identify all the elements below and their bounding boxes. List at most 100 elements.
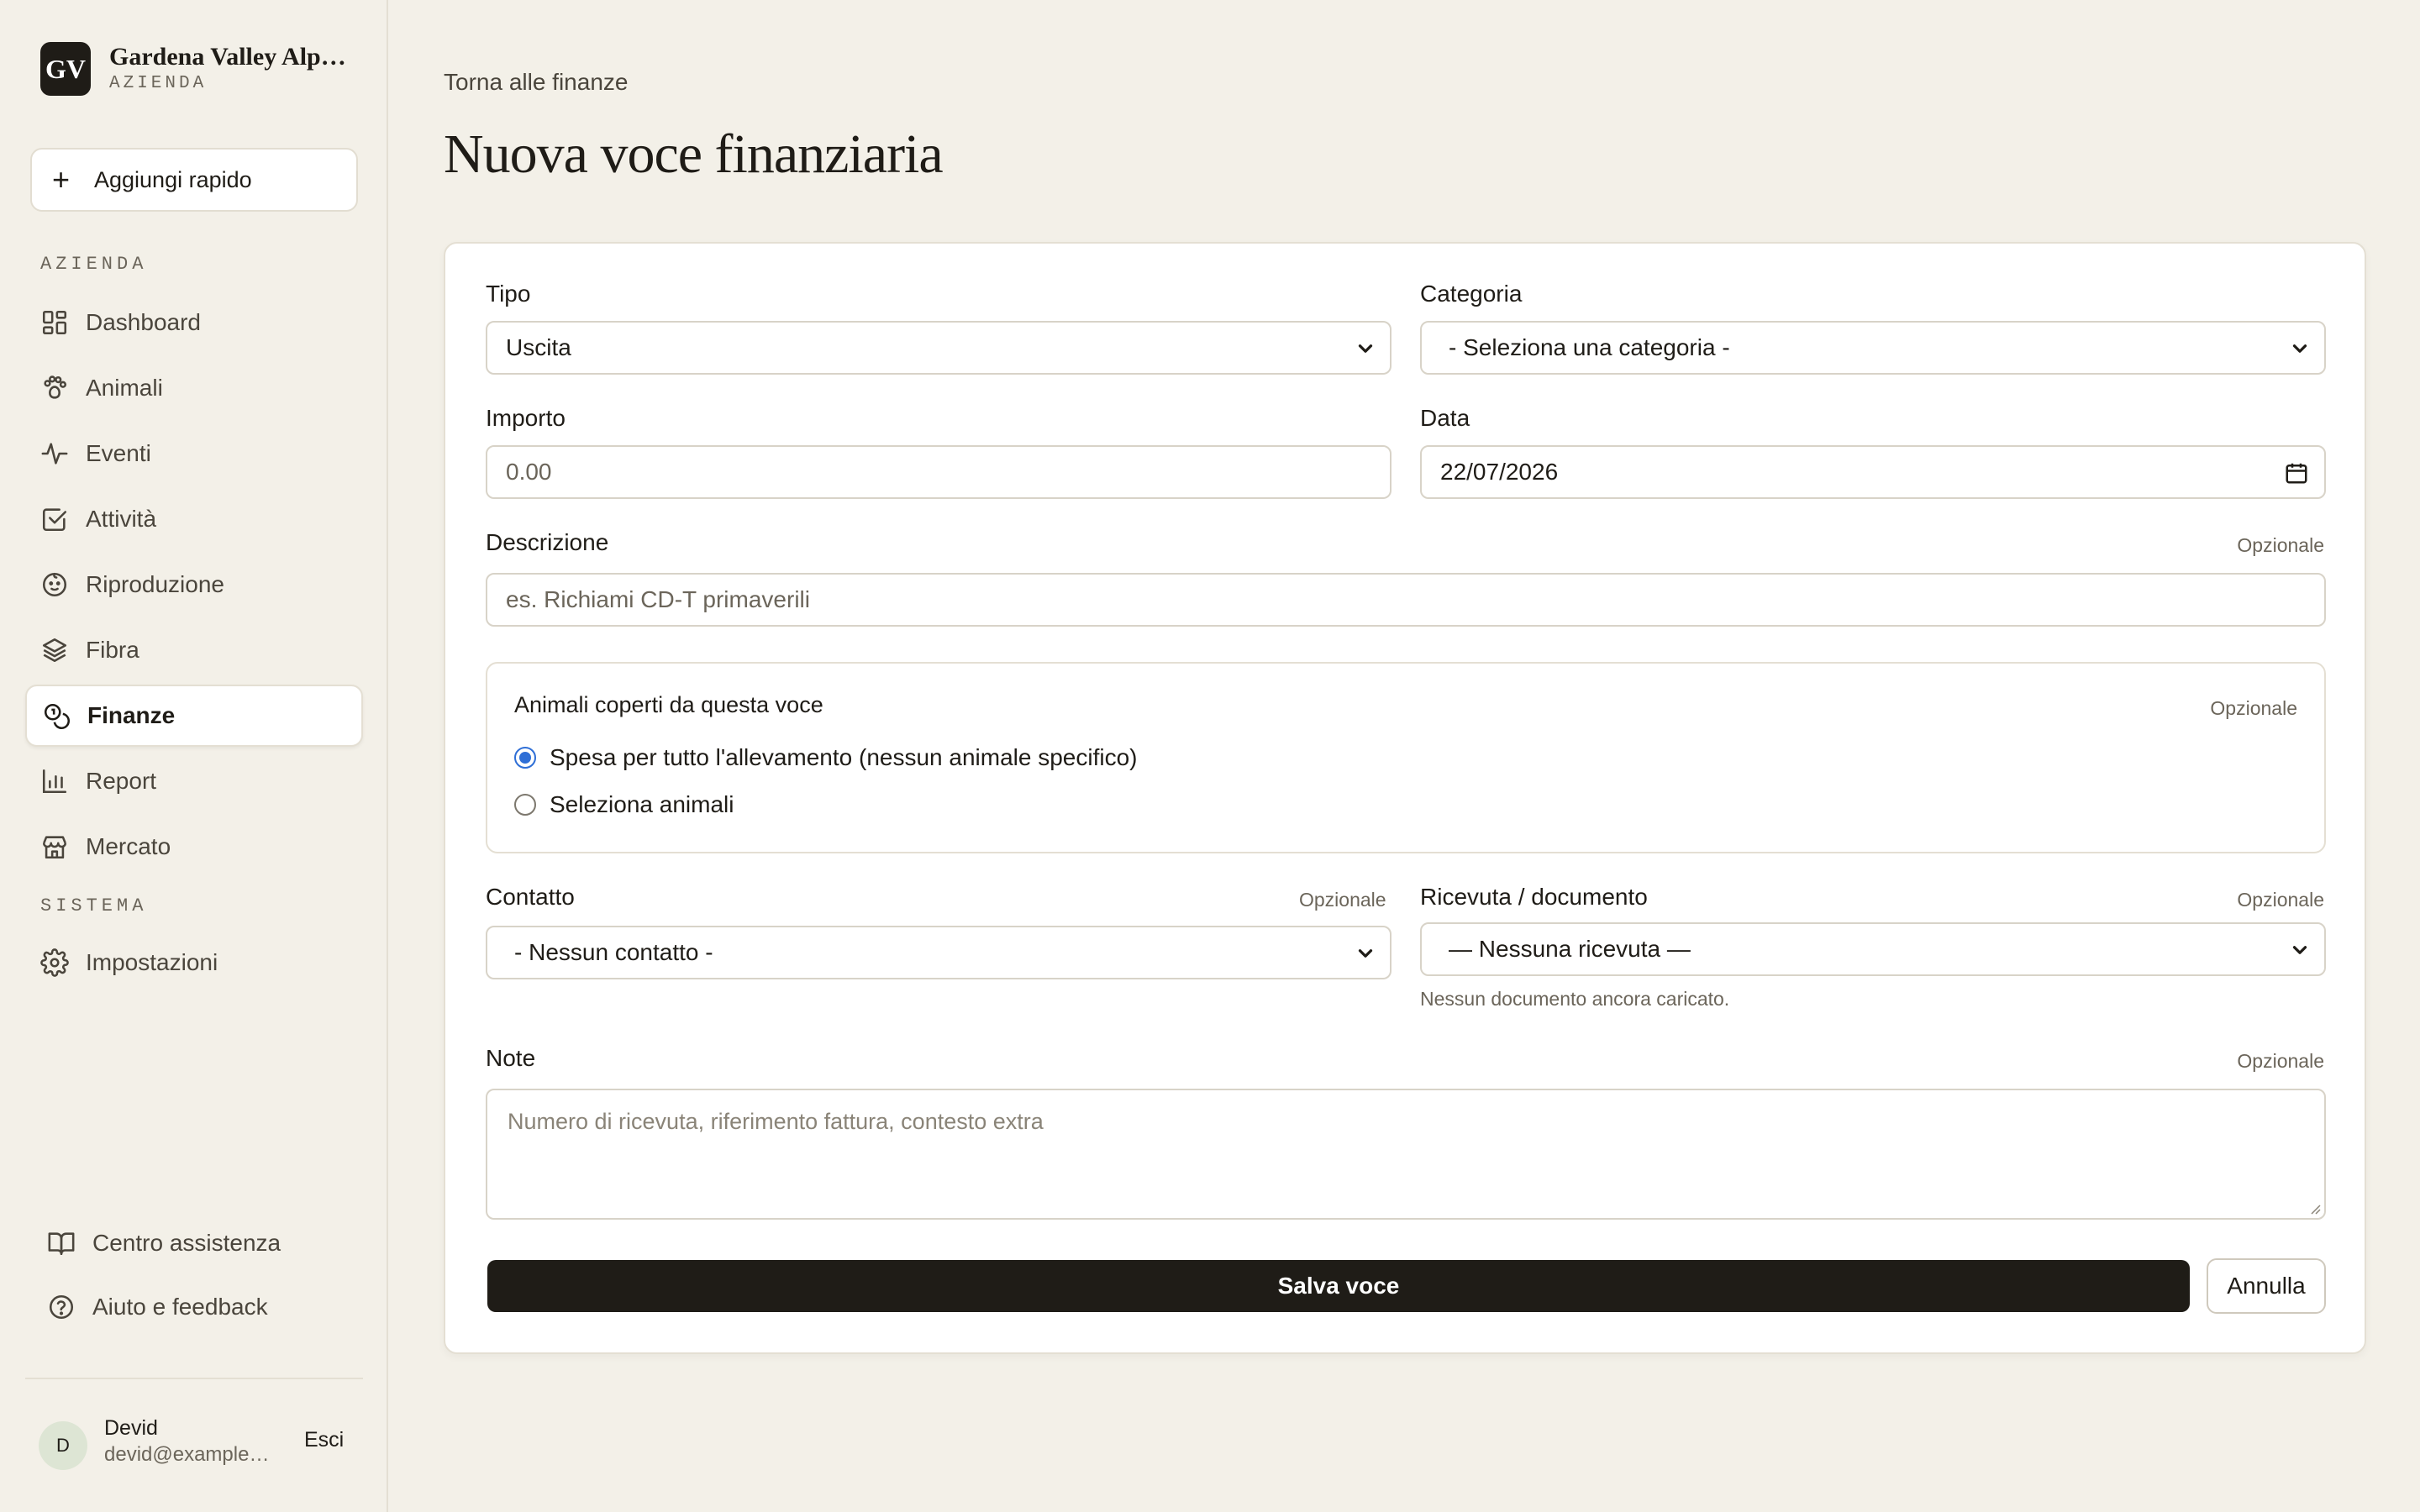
contact-optional: Opzionale xyxy=(1299,889,1386,911)
sidebar-item-label: Report xyxy=(86,768,157,794)
gear-icon xyxy=(40,948,69,977)
radio-whole-farm-label: Spesa per tutto l'allevamento (nessun an… xyxy=(550,744,1138,770)
section-label-farm: AZIENDA xyxy=(40,254,148,275)
sidebar-item-label: Riproduzione xyxy=(86,571,224,597)
back-to-finances-link[interactable]: Torna alle finanze xyxy=(444,69,628,96)
farm-subtitle: AZIENDA xyxy=(109,74,208,93)
paw-icon xyxy=(40,374,69,402)
notes-placeholder: Numero di ricevuta, riferimento fattura,… xyxy=(508,1109,1044,1134)
receipt-value: — Nessuna ricevuta — xyxy=(1449,936,1691,962)
receipt-label: Ricevuta / documento xyxy=(1420,884,1648,910)
book-icon xyxy=(47,1229,76,1257)
animals-title: Animali coperti da questa voce xyxy=(514,692,823,717)
checkbox-icon xyxy=(40,505,69,533)
store-icon xyxy=(40,832,69,861)
farm-name: Gardena Valley Alp… xyxy=(109,43,346,71)
user-name: Devid xyxy=(104,1416,158,1440)
sidebar-item-label: Eventi xyxy=(86,440,151,466)
amount-label: Importo xyxy=(486,405,566,431)
category-value: - Seleziona una categoria - xyxy=(1449,334,1730,360)
sidebar-item-eventi[interactable]: Eventi xyxy=(25,423,363,485)
radio-select-animals-label: Seleziona animali xyxy=(550,791,734,817)
section-label-system: SISTEMA xyxy=(40,895,148,916)
logout-button[interactable]: Esci xyxy=(304,1428,344,1452)
page-title: Nuova voce finanziaria xyxy=(444,123,944,185)
help-feedback-link[interactable]: Aiuto e feedback xyxy=(47,1282,268,1332)
sidebar-item-animali[interactable]: Animali xyxy=(25,357,363,419)
contact-label: Contatto xyxy=(486,884,575,910)
coins-icon xyxy=(42,701,71,730)
layers-icon xyxy=(40,636,69,664)
date-input[interactable]: 22/07/2026 xyxy=(1420,445,2326,499)
help-center-link[interactable]: Centro assistenza xyxy=(47,1218,281,1268)
avatar: D xyxy=(39,1421,87,1470)
activity-icon xyxy=(40,439,69,468)
amount-placeholder: 0.00 xyxy=(506,459,552,485)
quick-add-label: Aggiungi rapido xyxy=(94,166,252,192)
help-circle-icon xyxy=(47,1293,76,1321)
sidebar-item-mercato[interactable]: Mercato xyxy=(25,816,363,878)
notes-label: Note xyxy=(486,1045,536,1071)
calendar-icon[interactable] xyxy=(2284,460,2309,486)
sidebar-item-label: Impostazioni xyxy=(86,949,218,975)
grid-icon xyxy=(40,308,69,337)
user-email: devid@example… xyxy=(104,1443,270,1466)
description-label: Descrizione xyxy=(486,529,609,555)
animals-section: Animali coperti da questa voce Opzionale… xyxy=(486,662,2326,853)
sidebar-item-riproduzione[interactable]: Riproduzione xyxy=(25,554,363,616)
notes-textarea[interactable]: Numero di ricevuta, riferimento fattura,… xyxy=(486,1089,2326,1220)
radio-whole-farm[interactable]: Spesa per tutto l'allevamento (nessun an… xyxy=(514,744,1138,771)
sidebar-item-label: Dashboard xyxy=(86,309,201,335)
help-center-label: Centro assistenza xyxy=(92,1230,281,1256)
category-label: Categoria xyxy=(1420,281,1523,307)
baby-icon xyxy=(40,570,69,599)
chevron-down-icon xyxy=(1358,344,1373,353)
help-feedback-label: Aiuto e feedback xyxy=(92,1294,268,1320)
category-select[interactable]: - Seleziona una categoria - xyxy=(1420,321,2326,375)
sidebar-item-label: Attività xyxy=(86,506,157,532)
description-placeholder: es. Richiami CD-T primaverili xyxy=(506,586,810,612)
date-label: Data xyxy=(1420,405,1470,431)
date-value: 22/07/2026 xyxy=(1440,459,1559,485)
bar-chart-icon xyxy=(40,767,69,795)
contact-value: - Nessun contatto - xyxy=(514,939,713,965)
radio-button[interactable] xyxy=(514,794,536,816)
contact-select[interactable]: - Nessun contatto - xyxy=(486,926,1392,979)
sidebar-item-label: Mercato xyxy=(86,833,171,859)
brand[interactable]: GV Gardena Valley Alp… AZIENDA xyxy=(40,42,346,96)
sidebar-item-attivita[interactable]: Attività xyxy=(25,488,363,550)
radio-button-checked[interactable] xyxy=(514,747,536,769)
save-button[interactable]: Salva voce xyxy=(487,1260,2190,1312)
amount-input[interactable]: 0.00 xyxy=(486,445,1392,499)
quick-add-button[interactable]: + Aggiungi rapido xyxy=(30,148,358,212)
user-block: D Devid devid@example… Esci xyxy=(25,1378,363,1504)
receipt-select[interactable]: — Nessuna ricevuta — xyxy=(1420,922,2326,976)
sidebar: GV Gardena Valley Alp… AZIENDA + Aggiung… xyxy=(0,0,388,1512)
chevron-down-icon xyxy=(2292,946,2307,954)
sidebar-item-label: Animali xyxy=(86,375,163,401)
sidebar-item-dashboard[interactable]: Dashboard xyxy=(25,291,363,354)
sidebar-item-impostazioni[interactable]: Impostazioni xyxy=(25,932,363,994)
sidebar-item-label: Finanze xyxy=(87,702,176,728)
resize-handle-icon[interactable] xyxy=(2307,1201,2321,1215)
sidebar-item-finanze[interactable]: Finanze xyxy=(25,685,363,747)
brand-logo: GV xyxy=(40,42,91,96)
receipt-optional: Opzionale xyxy=(2237,889,2324,911)
description-optional: Opzionale xyxy=(2237,534,2324,556)
chevron-down-icon xyxy=(1358,949,1373,958)
description-input[interactable]: es. Richiami CD-T primaverili xyxy=(486,573,2326,627)
type-select[interactable]: Uscita xyxy=(486,321,1392,375)
radio-select-animals[interactable]: Seleziona animali xyxy=(514,791,734,818)
receipt-helper-text: Nessun documento ancora caricato. xyxy=(1420,988,1730,1010)
sidebar-item-report[interactable]: Report xyxy=(25,750,363,812)
cancel-button[interactable]: Annulla xyxy=(2207,1258,2326,1314)
animals-optional: Opzionale xyxy=(2210,697,2297,719)
plus-icon: + xyxy=(52,162,71,197)
sidebar-item-fibra[interactable]: Fibra xyxy=(25,619,363,681)
type-label: Tipo xyxy=(486,281,531,307)
notes-optional: Opzionale xyxy=(2237,1050,2324,1072)
chevron-down-icon xyxy=(2292,344,2307,353)
sidebar-item-label: Fibra xyxy=(86,637,139,663)
finance-entry-form: Tipo Uscita Categoria - Seleziona una ca… xyxy=(444,242,2366,1354)
type-value: Uscita xyxy=(506,334,571,360)
